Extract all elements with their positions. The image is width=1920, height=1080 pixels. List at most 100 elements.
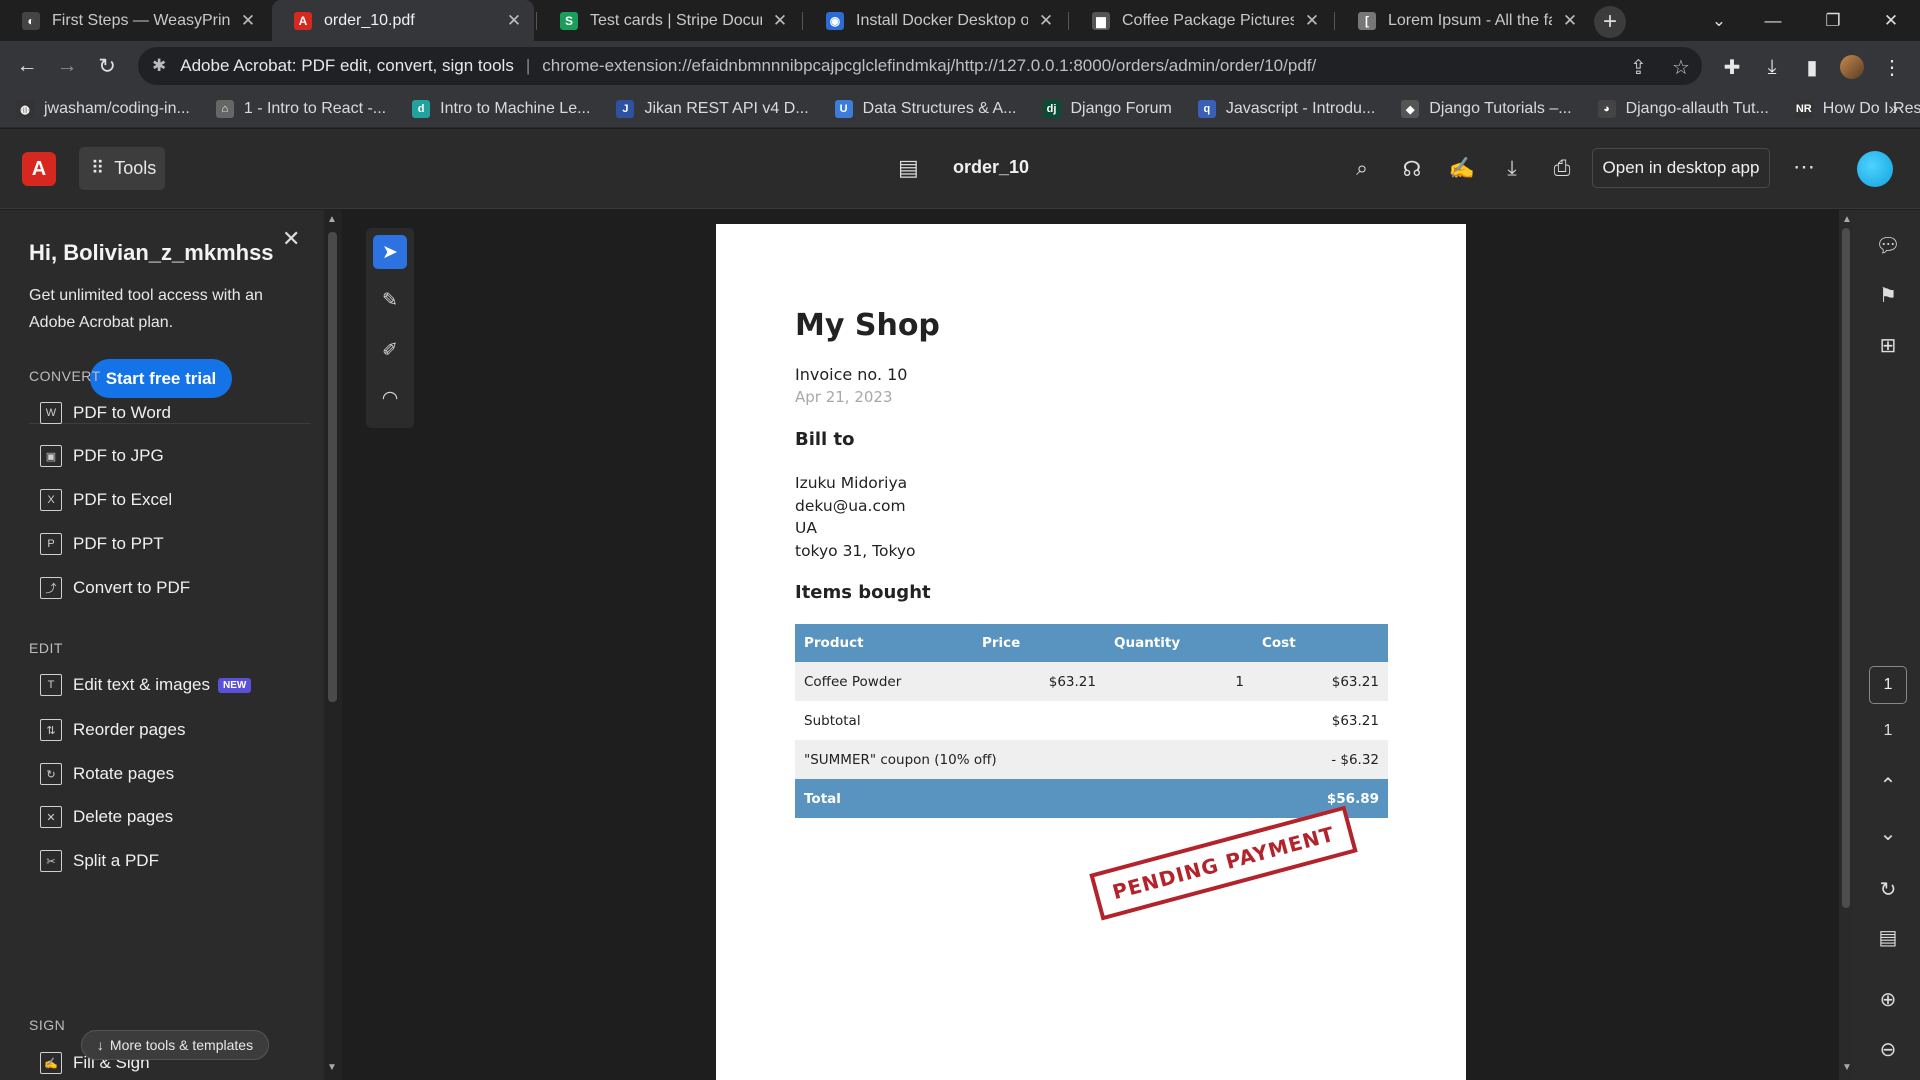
bookmark-favicon-icon: q — [1197, 100, 1216, 118]
bookmark-star-icon[interactable]: ☆ — [1672, 55, 1690, 80]
table-row: Coffee Powder $63.21 1 $63.21 — [795, 662, 1388, 701]
browser-tab[interactable]: ◐ First Steps — WeasyPrint 5… ✕ — [0, 0, 268, 41]
scroll-down-icon[interactable]: ▼ — [327, 1062, 337, 1073]
highlight-pen-icon[interactable]: ✐ — [373, 333, 407, 367]
bookmark-item[interactable]: d Intro to Machine Le... — [412, 100, 590, 118]
more-bookmarks-icon[interactable]: » — [1889, 99, 1898, 119]
bookmarks-icon[interactable]: ⚑ — [1875, 282, 1901, 308]
column-header: Quantity — [1105, 624, 1253, 662]
comments-icon[interactable]: 💬︎ — [1875, 232, 1901, 258]
start-free-trial-button[interactable]: Start free trial — [90, 359, 232, 398]
pdf-to-word-icon: W — [40, 402, 62, 424]
bookmark-item[interactable]: dj Django Forum — [1042, 100, 1172, 118]
close-tab-icon[interactable]: ✕ — [504, 11, 524, 31]
browser-tab[interactable]: Aorder_10.pdf ✕ — [272, 0, 534, 41]
print-icon[interactable]: ⎙ — [1547, 154, 1577, 184]
tab-search-icon[interactable]: ⌄ — [1696, 0, 1742, 41]
bookmark-item[interactable]: U Data Structures & A... — [834, 100, 1017, 118]
side-panel-icon[interactable]: ▮ — [1796, 51, 1828, 83]
tool-item[interactable]: ▣ PDF to JPG — [40, 441, 164, 471]
minimize-icon[interactable]: — — [1750, 0, 1796, 41]
current-page-input[interactable]: 1 — [1869, 666, 1907, 704]
pdf-to-excel-icon: X — [40, 489, 62, 511]
search-icon[interactable]: ⌕ — [1347, 154, 1377, 184]
bookmark-item[interactable]: ⌂ 1 - Intro to React -... — [215, 100, 386, 118]
profile-avatar[interactable] — [1836, 51, 1868, 83]
acrobat-logo-icon[interactable]: A — [22, 152, 56, 186]
read-aloud-headphones-icon[interactable]: ☊ — [1397, 154, 1427, 184]
scroll-thumb[interactable] — [1842, 228, 1850, 908]
scroll-down-icon[interactable]: ▼ — [1842, 1062, 1852, 1073]
browser-tab[interactable]: S Test cards | Stripe Documen… ✕ — [538, 0, 800, 41]
tool-item[interactable]: ✕ Delete pages — [40, 802, 173, 832]
close-tab-icon[interactable]: ✕ — [238, 11, 258, 31]
user-avatar[interactable] — [1857, 151, 1893, 187]
open-in-desktop-app-button[interactable]: Open in desktop app — [1592, 148, 1770, 188]
draw-freehand-icon[interactable]: ◠ — [373, 381, 407, 415]
address-bar[interactable]: ✱ Adobe Acrobat: PDF edit, convert, sign… — [138, 47, 1702, 85]
browser-tab[interactable]: ▆ Coffee Package Pictures | D… ✕ — [1070, 0, 1332, 41]
scroll-up-icon[interactable]: ▲ — [1842, 214, 1852, 225]
close-panel-icon[interactable]: ✕ — [282, 226, 300, 252]
document-scrollbar[interactable]: ▲ ▼ — [1839, 210, 1853, 1080]
thumbnails-icon[interactable]: ⊞ — [1875, 332, 1901, 358]
share-icon[interactable]: ⇪ — [1630, 55, 1647, 80]
forward-icon[interactable]: → — [50, 49, 84, 83]
bookmark-item[interactable]: J Jikan REST API v4 D... — [616, 100, 809, 118]
bookmark-item[interactable]: NR How Do I Reset Dja... — [1794, 100, 1920, 118]
total-label: Total — [795, 779, 1253, 818]
reload-icon[interactable]: ↻ — [90, 49, 124, 83]
scroll-thumb[interactable] — [328, 232, 337, 702]
tab-favicon-icon: ◐ — [22, 11, 40, 30]
tool-item[interactable]: X PDF to Excel — [40, 485, 172, 515]
rotate-view-icon[interactable]: ↻ — [1875, 876, 1901, 902]
add-comment-icon[interactable]: ✎ — [373, 283, 407, 317]
document-properties-icon[interactable]: ▤ — [1875, 924, 1901, 950]
tab-title: Lorem Ipsum - All the facts… — [1388, 11, 1552, 29]
document-pages-icon[interactable]: ▤ — [898, 155, 919, 181]
close-tab-icon[interactable]: ✕ — [1302, 11, 1322, 31]
bookmark-item[interactable]: ◆ Django Tutorials –... — [1401, 100, 1572, 118]
new-badge: NEW — [218, 677, 252, 693]
bookmark-item[interactable]: q Javascript - Introdu... — [1197, 100, 1375, 118]
more-options-icon[interactable]: ⋯ — [1793, 154, 1815, 180]
tools-button[interactable]: ⠿ Tools — [79, 147, 165, 190]
download-icon[interactable]: ⤓ — [1497, 154, 1527, 184]
coupon-label: "SUMMER" coupon (10% off) — [795, 740, 1253, 779]
restore-icon[interactable]: ❐ — [1810, 0, 1856, 41]
left-panel-scrollbar[interactable]: ▲ ▼ — [324, 210, 342, 1080]
scroll-up-icon[interactable]: ▲ — [327, 214, 337, 225]
tool-item[interactable]: ✂ Split a PDF — [40, 846, 159, 876]
tool-item[interactable]: ⤴ Convert to PDF — [40, 573, 190, 603]
fill-sign-toolbar-icon[interactable]: ✍ — [1447, 154, 1477, 184]
coupon-row: "SUMMER" coupon (10% off) - $6.32 — [795, 740, 1388, 779]
tool-item[interactable]: T Edit text & images NEW — [40, 670, 252, 700]
select-cursor-icon[interactable]: ➤ — [373, 235, 407, 269]
downloads-icon[interactable]: ⤓ — [1756, 51, 1788, 83]
bookmark-favicon-icon: dj — [1042, 100, 1061, 118]
bookmark-item[interactable]: ◕ Django-allauth Tut... — [1597, 100, 1769, 118]
zoom-out-icon[interactable]: ⊖ — [1875, 1036, 1901, 1062]
bookmark-label: How Do I Reset Dja... — [1822, 100, 1920, 117]
page-down-icon[interactable]: ⌄ — [1875, 820, 1901, 846]
close-tab-icon[interactable]: ✕ — [1036, 11, 1056, 31]
close-tab-icon[interactable]: ✕ — [1560, 11, 1580, 31]
tool-item[interactable]: ↻ Rotate pages — [40, 759, 174, 789]
browser-tab[interactable]: ◉ Install Docker Desktop on W… ✕ — [804, 0, 1066, 41]
extensions-puzzle-icon[interactable]: ✚ — [1716, 51, 1748, 83]
tool-item[interactable]: P PDF to PPT — [40, 529, 164, 559]
close-tab-icon[interactable]: ✕ — [770, 11, 790, 31]
customer-name: Izuku Midoriya — [795, 474, 908, 492]
bookmark-item[interactable]: ◍ jwasham/coding-in... — [16, 100, 190, 118]
zoom-in-icon[interactable]: ⊕ — [1875, 986, 1901, 1012]
tool-item[interactable]: W PDF to Word — [40, 398, 171, 428]
browser-tab[interactable]: [Lorem Ipsum - All the facts… ✕ — [1336, 0, 1590, 41]
back-icon[interactable]: ← — [10, 49, 44, 83]
more-tools-button[interactable]: ↓ More tools & templates — [81, 1030, 269, 1060]
tab-separator — [802, 12, 803, 30]
tool-item[interactable]: ⇅ Reorder pages — [40, 715, 185, 745]
new-tab-button[interactable]: + — [1594, 6, 1626, 38]
browser-menu-icon[interactable]: ⋮ — [1876, 51, 1908, 83]
page-up-icon[interactable]: ⌃ — [1875, 772, 1901, 798]
close-window-icon[interactable]: ✕ — [1868, 0, 1914, 41]
